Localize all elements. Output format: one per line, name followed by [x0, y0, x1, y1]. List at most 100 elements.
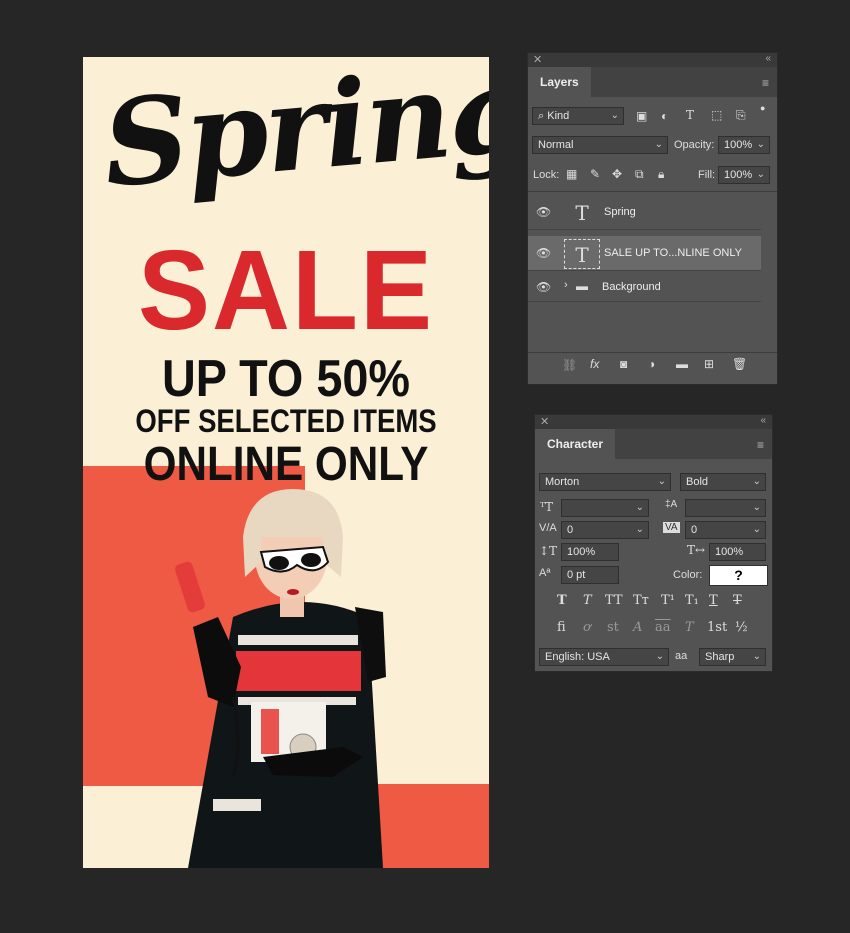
- chevron-down-icon: ⌄: [657, 476, 666, 487]
- discretionary-ligatures-button[interactable]: st: [607, 620, 619, 635]
- chevron-right-icon[interactable]: ›: [564, 279, 568, 291]
- shape-filter-icon[interactable]: ⬚: [711, 108, 722, 122]
- layers-panel: ✕ « Layers ≡ ⌕ Kind ⌄ ▣ ◐ T ⬚ ⎘ ● Normal…: [527, 52, 778, 385]
- horizontal-scale-field[interactable]: 100%: [709, 543, 766, 561]
- all-caps-button[interactable]: TT: [605, 593, 623, 608]
- tab-layers[interactable]: Layers: [528, 67, 591, 97]
- font-family-select[interactable]: Morton ⌄: [539, 473, 671, 491]
- underline-button[interactable]: T: [709, 593, 718, 608]
- collapse-icon[interactable]: «: [760, 415, 766, 426]
- ligatures-button[interactable]: fi: [557, 620, 566, 635]
- chevron-down-icon: ⌄: [635, 524, 644, 535]
- stylistic-alternates-button[interactable]: aa: [655, 620, 671, 635]
- text-filter-icon[interactable]: T: [686, 108, 694, 122]
- lock-transparent-icon[interactable]: ▦: [566, 167, 577, 181]
- color-swatch[interactable]: ?: [709, 565, 768, 586]
- baseline-shift-icon: Aª: [539, 567, 551, 579]
- type-style-buttons: T T TT Tт T¹ T₁ T T: [557, 593, 757, 611]
- panel-topbar: ✕ «: [535, 415, 772, 429]
- adjustment-icon[interactable]: ◑: [648, 357, 655, 371]
- titling-alternates-button[interactable]: T: [685, 620, 694, 635]
- strikethrough-button[interactable]: T: [733, 593, 742, 608]
- text-layer-icon: T: [564, 239, 600, 269]
- fx-icon[interactable]: fx: [590, 357, 599, 371]
- tracking-field[interactable]: 0 ⌄: [685, 521, 766, 539]
- lock-position-icon[interactable]: ✥: [612, 167, 622, 181]
- blend-mode-select[interactable]: Normal ⌄: [532, 136, 668, 154]
- close-icon[interactable]: ✕: [533, 53, 542, 66]
- fractions-button[interactable]: ½: [735, 620, 748, 635]
- layers-tab-row: Layers ≡: [528, 67, 777, 97]
- lock-artboard-icon[interactable]: ⧉: [635, 167, 644, 182]
- ordinals-button[interactable]: 1st: [707, 620, 727, 635]
- layer-row-background[interactable]: 👁︎ › ▬ Background: [528, 274, 761, 302]
- kerning-field[interactable]: 0 ⌄: [561, 521, 649, 539]
- vertical-scale-field[interactable]: 100%: [561, 543, 619, 561]
- opacity-value: 100%: [724, 139, 753, 151]
- swash-button[interactable]: A: [633, 620, 642, 635]
- layer-row-sale[interactable]: 👁︎ T SALE UP TO...NLINE ONLY: [528, 236, 761, 271]
- layer-row-spring[interactable]: 👁︎ T Spring: [528, 195, 761, 230]
- chevron-down-icon: ⌄: [610, 110, 619, 121]
- filter-kind-select[interactable]: ⌕ Kind ⌄: [532, 107, 624, 125]
- opacity-label: Opacity:: [674, 139, 715, 151]
- subscript-button[interactable]: T₁: [685, 593, 699, 608]
- character-panel: ✕ « Character ≡ Morton ⌄ Bold ⌄ ᵀT ⌄ ‡A …: [534, 414, 773, 672]
- layer-name: Background: [602, 281, 661, 293]
- chevron-down-icon: ⌄: [756, 139, 765, 150]
- mask-icon[interactable]: ◙: [620, 357, 627, 371]
- layers-list: 👁︎ T Spring 👁︎ T SALE UP TO...NLINE ONLY…: [528, 191, 777, 352]
- panel-menu-icon[interactable]: ≡: [762, 76, 769, 90]
- opentype-buttons: fi ơ st A aa T 1st ½: [557, 620, 767, 640]
- lock-all-icon[interactable]: 🔒︎: [658, 167, 664, 182]
- blend-mode-value: Normal: [538, 139, 574, 151]
- leading-field[interactable]: ⌄: [685, 499, 766, 517]
- visibility-eye-icon[interactable]: 👁︎: [536, 246, 551, 260]
- visibility-eye-icon[interactable]: 👁︎: [536, 280, 551, 294]
- adjustment-filter-icon[interactable]: ◐: [661, 109, 668, 123]
- layer-name: Spring: [604, 206, 636, 218]
- new-layer-icon[interactable]: ⊞: [704, 357, 714, 371]
- lock-image-icon[interactable]: ✎: [590, 167, 600, 181]
- visibility-eye-icon[interactable]: 👁︎: [536, 205, 551, 219]
- font-size-icon: ᵀT: [540, 500, 554, 514]
- filter-toggle-icon[interactable]: ●: [760, 103, 765, 113]
- font-size-field[interactable]: ⌄: [561, 499, 649, 517]
- antialias-select[interactable]: Sharp ⌄: [699, 648, 766, 666]
- superscript-button[interactable]: T¹: [661, 593, 675, 608]
- alternates-button[interactable]: ơ: [583, 620, 591, 635]
- poster-line-1: UP TO 50%: [161, 350, 410, 408]
- image-filter-icon[interactable]: ▣: [636, 109, 647, 123]
- close-icon[interactable]: ✕: [540, 415, 549, 428]
- vertical-scale-icon: ↕T: [539, 544, 558, 558]
- baseline-shift-field[interactable]: 0 pt: [561, 566, 619, 584]
- lock-label: Lock:: [533, 169, 560, 181]
- fill-value: 100%: [724, 169, 753, 181]
- font-style-select[interactable]: Bold ⌄: [680, 473, 766, 491]
- panel-topbar: ✕ «: [528, 53, 777, 67]
- chevron-down-icon: ⌄: [752, 651, 761, 662]
- folder-icon[interactable]: ▬: [676, 357, 688, 371]
- smart-object-filter-icon[interactable]: ⎘: [736, 108, 746, 123]
- faux-bold-button[interactable]: T: [557, 593, 567, 608]
- character-tab-row: Character ≡: [535, 429, 772, 459]
- tracking-icon: VA: [663, 522, 680, 533]
- chevron-down-icon: ⌄: [752, 476, 761, 487]
- chevron-down-icon: ⌄: [752, 524, 761, 535]
- faux-italic-button[interactable]: T: [583, 593, 592, 608]
- trash-icon[interactable]: 🗑︎: [732, 357, 747, 371]
- chevron-down-icon: ⌄: [655, 651, 664, 662]
- fill-field[interactable]: 100% ⌄: [718, 166, 770, 184]
- color-label: Color:: [673, 569, 703, 581]
- layers-footer: ⛓︎ fx ◙ ◑ ▬ ⊞ 🗑︎: [528, 352, 777, 379]
- antialias-icon: aa: [675, 650, 688, 662]
- document-canvas[interactable]: Spring SALE UP TO 50% OFF SELECTED ITEMS…: [83, 57, 489, 868]
- small-caps-button[interactable]: Tт: [633, 593, 649, 608]
- link-icon[interactable]: ⛓︎: [562, 358, 577, 372]
- collapse-icon[interactable]: «: [765, 53, 771, 64]
- panel-menu-icon[interactable]: ≡: [757, 438, 764, 452]
- chevron-down-icon: ⌄: [654, 139, 663, 150]
- language-select[interactable]: English: USA ⌄: [539, 648, 669, 666]
- tab-character[interactable]: Character: [535, 429, 616, 459]
- opacity-field[interactable]: 100% ⌄: [718, 136, 770, 154]
